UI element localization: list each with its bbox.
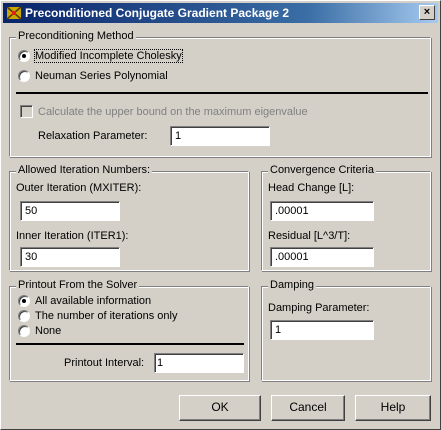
damping-group: Damping Damping Parameter: 1 <box>261 279 431 381</box>
cancel-button[interactable]: Cancel <box>271 395 345 421</box>
damping-parameter-input[interactable]: 1 <box>270 320 374 340</box>
close-icon: × <box>423 6 431 18</box>
damping-parameter-label: Damping Parameter: <box>268 302 370 314</box>
upper-bound-checkbox[interactable]: Calculate the upper bound on the maximum… <box>20 105 308 118</box>
head-change-input[interactable]: .00001 <box>270 201 374 221</box>
iteration-numbers-group: Allowed Iteration Numbers: Outer Iterati… <box>9 164 249 271</box>
printout-separator <box>16 343 244 345</box>
radio-iterations-only[interactable]: The number of iterations only <box>18 309 177 323</box>
printout-group: Printout From the Solver All available i… <box>9 279 249 381</box>
preconditioning-method-legend: Preconditioning Method <box>16 30 136 42</box>
dialog-window: Preconditioned Conjugate Gradient Packag… <box>0 0 441 430</box>
radio-button[interactable] <box>18 310 30 322</box>
radio-label: None <box>35 325 62 337</box>
app-icon <box>6 6 22 20</box>
iteration-numbers-legend: Allowed Iteration Numbers: <box>16 164 153 176</box>
radio-button[interactable] <box>18 325 30 337</box>
printout-interval-label: Printout Interval: <box>64 357 145 369</box>
radio-button[interactable] <box>18 295 30 307</box>
outer-iteration-input[interactable]: 50 <box>20 201 120 221</box>
relaxation-parameter-label: Relaxation Parameter: <box>38 130 148 142</box>
radio-label: All available information <box>35 295 152 307</box>
convergence-criteria-group: Convergence Criteria Head Change [L]: .0… <box>261 164 431 271</box>
relaxation-parameter-input[interactable]: 1 <box>170 126 270 146</box>
head-change-label: Head Change [L]: <box>268 182 355 194</box>
residual-input[interactable]: .00001 <box>270 247 374 267</box>
inner-iteration-input[interactable]: 30 <box>20 247 120 267</box>
inner-iteration-label: Inner Iteration (ITER1): <box>16 230 129 242</box>
radio-label: Neuman Series Polynomial <box>35 70 168 82</box>
checkbox-label: Calculate the upper bound on the maximum… <box>38 105 308 118</box>
radio-neuman-series-polynomial[interactable]: Neuman Series Polynomial <box>18 69 168 83</box>
outer-iteration-label: Outer Iteration (MXITER): <box>16 182 142 194</box>
damping-legend: Damping <box>268 279 317 291</box>
radio-none[interactable]: None <box>18 324 61 338</box>
title-bar[interactable]: Preconditioned Conjugate Gradient Packag… <box>3 3 438 23</box>
convergence-criteria-legend: Convergence Criteria <box>268 164 376 176</box>
radio-label: Modified Incomplete Cholesky <box>34 49 183 63</box>
close-button[interactable]: × <box>419 5 435 20</box>
radio-all-information[interactable]: All available information <box>18 294 151 308</box>
printout-legend: Printout From the Solver <box>16 279 140 291</box>
help-button[interactable]: Help <box>355 395 431 421</box>
printout-interval-input[interactable]: 1 <box>154 353 244 373</box>
radio-button[interactable] <box>18 70 30 82</box>
radio-label: The number of iterations only <box>35 310 178 322</box>
radio-button[interactable] <box>18 50 30 62</box>
preconditioning-method-group: Preconditioning Method Modified Incomple… <box>9 30 431 157</box>
checkbox-box[interactable] <box>20 105 33 118</box>
method-separator <box>16 92 428 94</box>
residual-label: Residual [L^3/T]: <box>268 230 351 242</box>
ok-button[interactable]: OK <box>179 395 261 421</box>
radio-modified-incomplete-cholesky[interactable]: Modified Incomplete Cholesky <box>18 49 183 63</box>
window-title: Preconditioned Conjugate Gradient Packag… <box>25 6 290 20</box>
